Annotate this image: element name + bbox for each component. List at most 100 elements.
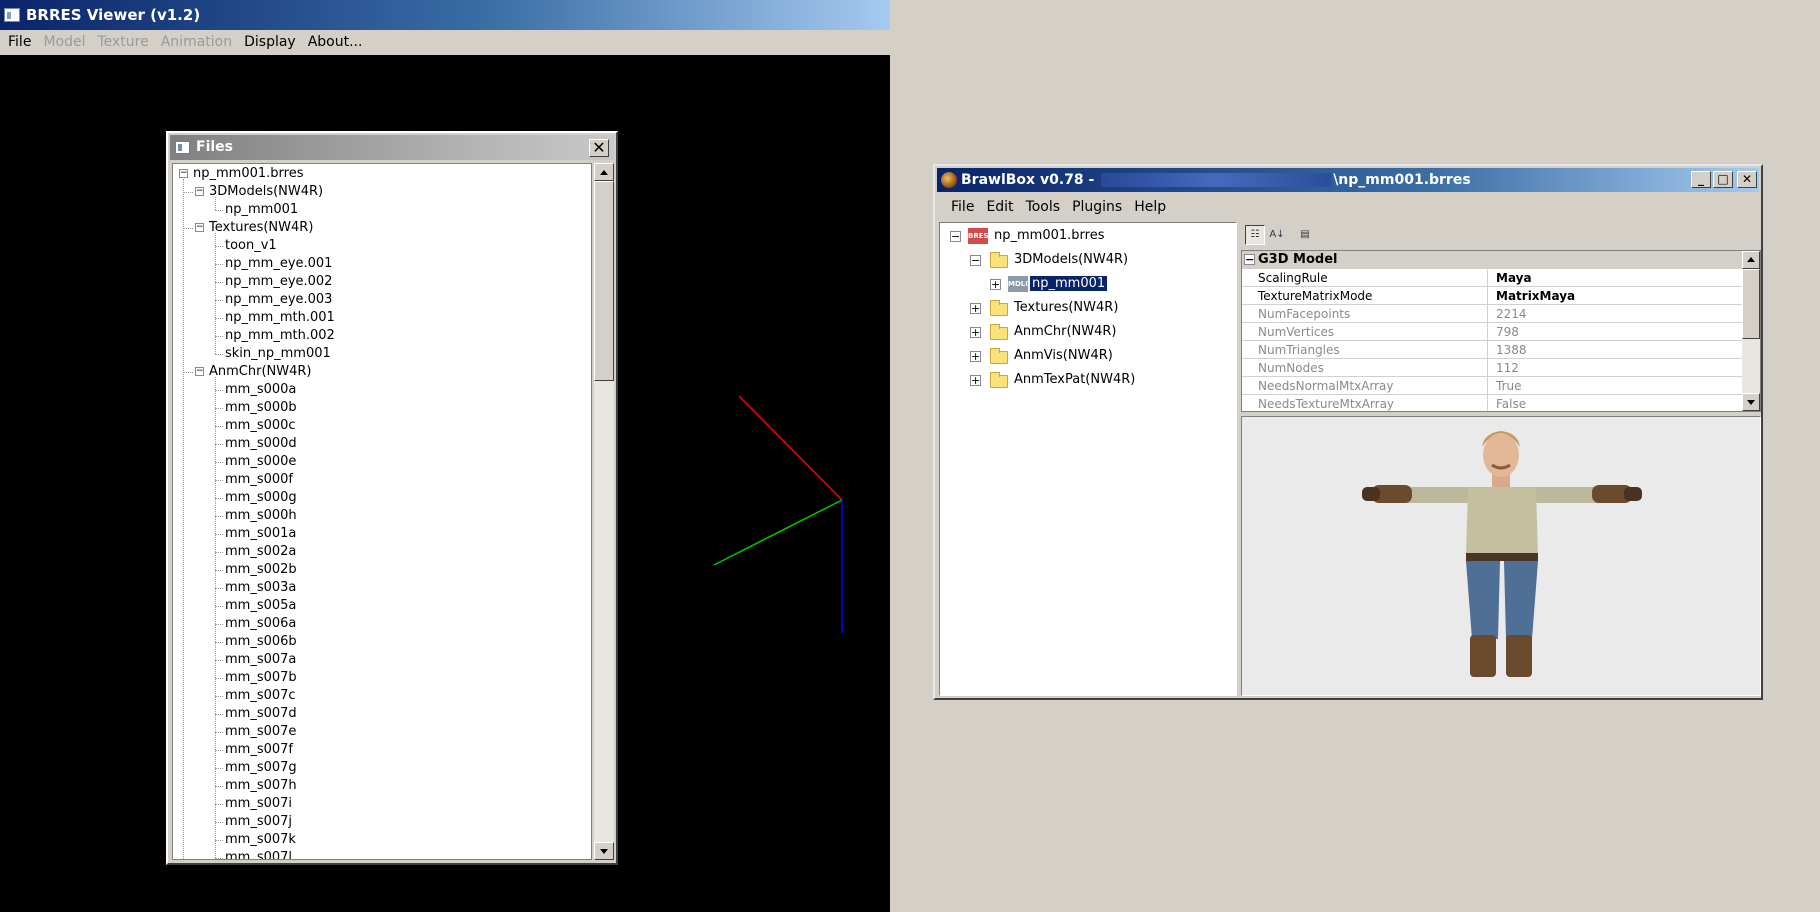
tree-folder[interactable]: AnmTexPat(NW4R) (1014, 369, 1135, 391)
tree-item[interactable]: mm_s003a (225, 579, 296, 597)
tree-item[interactable]: mm_s007i (225, 795, 292, 813)
scroll-thumb[interactable] (1742, 269, 1760, 339)
tree-item[interactable]: mm_s001a (225, 525, 296, 543)
scroll-thumb[interactable] (594, 181, 614, 381)
tree-item[interactable]: mm_s007k (225, 831, 296, 849)
collapse-icon[interactable]: − (195, 223, 204, 232)
tree-item[interactable]: mm_s007a (225, 651, 296, 669)
tree-item[interactable]: np_mm_mth.002 (225, 327, 335, 345)
tree-root[interactable]: np_mm001.brres (193, 165, 303, 183)
collapse-icon[interactable]: − (195, 187, 204, 196)
tree-group[interactable]: AnmChr(NW4R) (209, 363, 311, 381)
tree-item[interactable]: skin_np_mm001 (225, 345, 331, 363)
tree-group[interactable]: 3DModels(NW4R) (209, 183, 323, 201)
menu-item-file[interactable]: File (945, 194, 980, 220)
tree-item[interactable]: mm_s006a (225, 615, 296, 633)
3d-viewport[interactable]: Files ✕ − np_mm001.brres −3DModels(NW4R) np… (0, 55, 890, 912)
tree-item[interactable]: mm_s007e (225, 723, 296, 741)
tree-item[interactable]: np_mm_eye.001 (225, 255, 332, 273)
tree-item[interactable]: mm_s007h (225, 777, 297, 795)
menu-item-edit[interactable]: Edit (980, 194, 1019, 220)
tree-item[interactable]: mm_s002b (225, 561, 297, 579)
alphabetical-sort-icon[interactable]: A↓ (1267, 225, 1287, 245)
minimize-button[interactable]: _ (1691, 171, 1711, 188)
tree-group[interactable]: Textures(NW4R) (209, 219, 313, 237)
expand-icon[interactable]: + (970, 327, 981, 338)
menu-item-tools[interactable]: Tools (1020, 194, 1067, 220)
expand-icon[interactable]: + (970, 303, 981, 314)
tree-root[interactable]: np_mm001.brres (994, 225, 1104, 247)
tree-item[interactable]: np_mm_mth.001 (225, 309, 335, 327)
tree-item[interactable]: mm_s007g (225, 759, 297, 777)
close-button[interactable]: ✕ (1737, 171, 1757, 188)
property-row[interactable]: NumTriangles 1388 (1242, 341, 1742, 359)
tree-item[interactable]: mm_s005a (225, 597, 296, 615)
property-value[interactable]: MatrixMaya (1492, 287, 1740, 305)
tree-item[interactable]: mm_s007d (225, 705, 297, 723)
categorized-view-icon[interactable]: ☷ (1245, 225, 1265, 245)
tree-item[interactable]: mm_s002a (225, 543, 296, 561)
property-row[interactable]: NeedsNormalMtxArray True (1242, 377, 1742, 395)
tree-item[interactable]: mm_s000e (225, 453, 296, 471)
tree-folder[interactable]: 3DModels(NW4R) (1014, 249, 1128, 271)
brres-title-bar[interactable]: BRRES Viewer (v1.2) (0, 0, 890, 30)
expand-icon[interactable]: + (970, 351, 981, 362)
collapse-icon[interactable]: − (950, 231, 961, 242)
tree-item[interactable]: mm_s000b (225, 399, 297, 417)
scroll-down-button[interactable] (1742, 393, 1760, 411)
tree-folder[interactable]: AnmChr(NW4R) (1014, 321, 1116, 343)
tree-item[interactable]: mm_s006b (225, 633, 297, 651)
tree-item[interactable]: mm_s000g (225, 489, 297, 507)
model-preview-panel[interactable] (1241, 416, 1761, 696)
property-grid[interactable]: − G3D Model ScalingRule Maya TextureMatrix… (1241, 250, 1761, 412)
brawlbox-title-bar[interactable]: BrawlBox v0.78 - \np_mm001.brres (937, 168, 1759, 192)
close-icon[interactable]: ✕ (589, 139, 609, 157)
tree-item[interactable]: mm_s000d (225, 435, 297, 453)
tree-item[interactable]: mm_s007j (225, 813, 292, 831)
property-row[interactable]: NumFacepoints 2214 (1242, 305, 1742, 323)
menu-item-animation[interactable]: Animation (155, 30, 238, 55)
collapse-icon[interactable]: − (179, 169, 188, 178)
files-tree[interactable]: − np_mm001.brres −3DModels(NW4R) np_mm001− T… (172, 163, 592, 860)
menu-item-display[interactable]: Display (238, 30, 302, 55)
menu-item-file[interactable]: File (2, 30, 37, 55)
tree-item[interactable]: mm_s007l (225, 849, 292, 859)
property-category[interactable]: − G3D Model (1242, 251, 1742, 269)
tree-folder[interactable]: AnmVis(NW4R) (1014, 345, 1113, 367)
tree-item[interactable]: mm_s007b (225, 669, 297, 687)
property-row[interactable]: NumVertices 798 (1242, 323, 1742, 341)
tree-folder[interactable]: Textures(NW4R) (1014, 297, 1118, 319)
scroll-down-button[interactable] (594, 842, 614, 860)
files-title-bar[interactable]: Files ✕ (170, 135, 614, 160)
tree-item[interactable]: mm_s000f (225, 471, 293, 489)
collapse-icon[interactable]: − (970, 255, 981, 266)
tree-item[interactable]: mm_s000c (225, 417, 296, 435)
maximize-button[interactable]: □ (1713, 171, 1733, 188)
property-row[interactable]: NeedsTextureMtxArray False (1242, 395, 1742, 411)
property-pages-icon[interactable]: ▤ (1295, 225, 1315, 245)
files-scrollbar[interactable] (594, 163, 614, 860)
tree-item[interactable]: np_mm_eye.003 (225, 291, 332, 309)
tree-item[interactable]: mm_s000a (225, 381, 296, 399)
expand-icon[interactable]: + (970, 375, 981, 386)
tree-item[interactable]: mm_s000h (225, 507, 297, 525)
menu-item-texture[interactable]: Texture (91, 30, 154, 55)
tree-item[interactable]: np_mm001 (225, 201, 298, 219)
property-scrollbar[interactable] (1742, 251, 1760, 411)
scroll-up-button[interactable] (1742, 251, 1760, 269)
collapse-icon[interactable]: − (195, 367, 204, 376)
property-row[interactable]: NumNodes 112 (1242, 359, 1742, 377)
tree-item[interactable]: mm_s007f (225, 741, 293, 759)
tree-model[interactable]: np_mm001 (1028, 273, 1109, 295)
expand-icon[interactable]: + (990, 279, 1001, 290)
tree-item[interactable]: mm_s007c (225, 687, 296, 705)
tree-item[interactable]: toon_v1 (225, 237, 277, 255)
property-row[interactable]: ScalingRule Maya (1242, 269, 1742, 287)
scroll-up-button[interactable] (594, 163, 614, 181)
resource-tree[interactable]: − BRES np_mm001.brres −3DModels(NW4R) + MDL0 n… (939, 222, 1237, 696)
property-value[interactable]: Maya (1492, 269, 1740, 287)
menu-item-model[interactable]: Model (37, 30, 91, 55)
collapse-icon[interactable]: − (1244, 254, 1255, 265)
menu-item-about[interactable]: About... (302, 30, 369, 55)
menu-item-plugins[interactable]: Plugins (1066, 194, 1128, 220)
